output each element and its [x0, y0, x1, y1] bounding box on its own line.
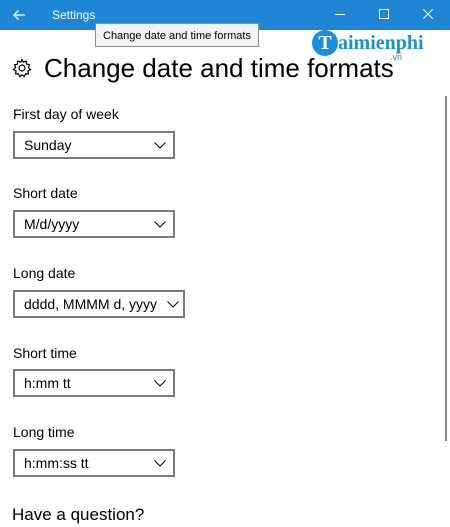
page-title: Change date and time formats — [44, 53, 394, 83]
help-heading: Have a question? — [12, 505, 145, 524]
dropdown-value: h:mm:ss tt — [24, 455, 89, 471]
dropdown-value: h:mm tt — [24, 375, 71, 391]
maximize-button[interactable] — [362, 0, 406, 30]
close-button[interactable] — [406, 0, 450, 30]
scrollbar[interactable] — [445, 96, 447, 441]
window-controls — [318, 0, 450, 30]
chevron-down-icon — [147, 133, 173, 157]
chevron-down-icon — [147, 212, 173, 236]
long-date-dropdown[interactable]: dddd, MMMM d, yyyy — [13, 290, 185, 318]
settings-window: Settings Change date and time formats T — [0, 0, 450, 527]
chevron-down-icon — [147, 371, 173, 395]
chevron-down-icon — [163, 292, 183, 316]
gear-icon — [12, 58, 32, 78]
minimize-icon — [335, 6, 345, 24]
app-title: Settings — [52, 8, 96, 22]
first-day-of-week-label: First day of week — [13, 106, 119, 122]
page-header: Change date and time formats — [12, 52, 394, 84]
tooltip: Change date and time formats — [95, 23, 259, 47]
close-icon — [422, 6, 434, 24]
short-time-dropdown[interactable]: h:mm tt — [13, 369, 175, 397]
minimize-button[interactable] — [318, 0, 362, 30]
chevron-down-icon — [147, 451, 173, 475]
short-time-label: Short time — [13, 345, 77, 361]
dropdown-value: dddd, MMMM d, yyyy — [24, 296, 158, 312]
back-arrow-icon — [12, 9, 26, 21]
dropdown-value: Sunday — [24, 137, 72, 153]
first-day-of-week-dropdown[interactable]: Sunday — [13, 131, 175, 159]
long-time-dropdown[interactable]: h:mm:ss tt — [13, 449, 175, 477]
long-time-label: Long time — [13, 424, 75, 440]
short-date-label: Short date — [13, 185, 78, 201]
maximize-icon — [379, 6, 389, 24]
long-date-label: Long date — [13, 265, 76, 281]
back-button[interactable] — [0, 0, 38, 30]
dropdown-value: M/d/yyyy — [24, 216, 80, 232]
short-date-dropdown[interactable]: M/d/yyyy — [13, 210, 175, 238]
